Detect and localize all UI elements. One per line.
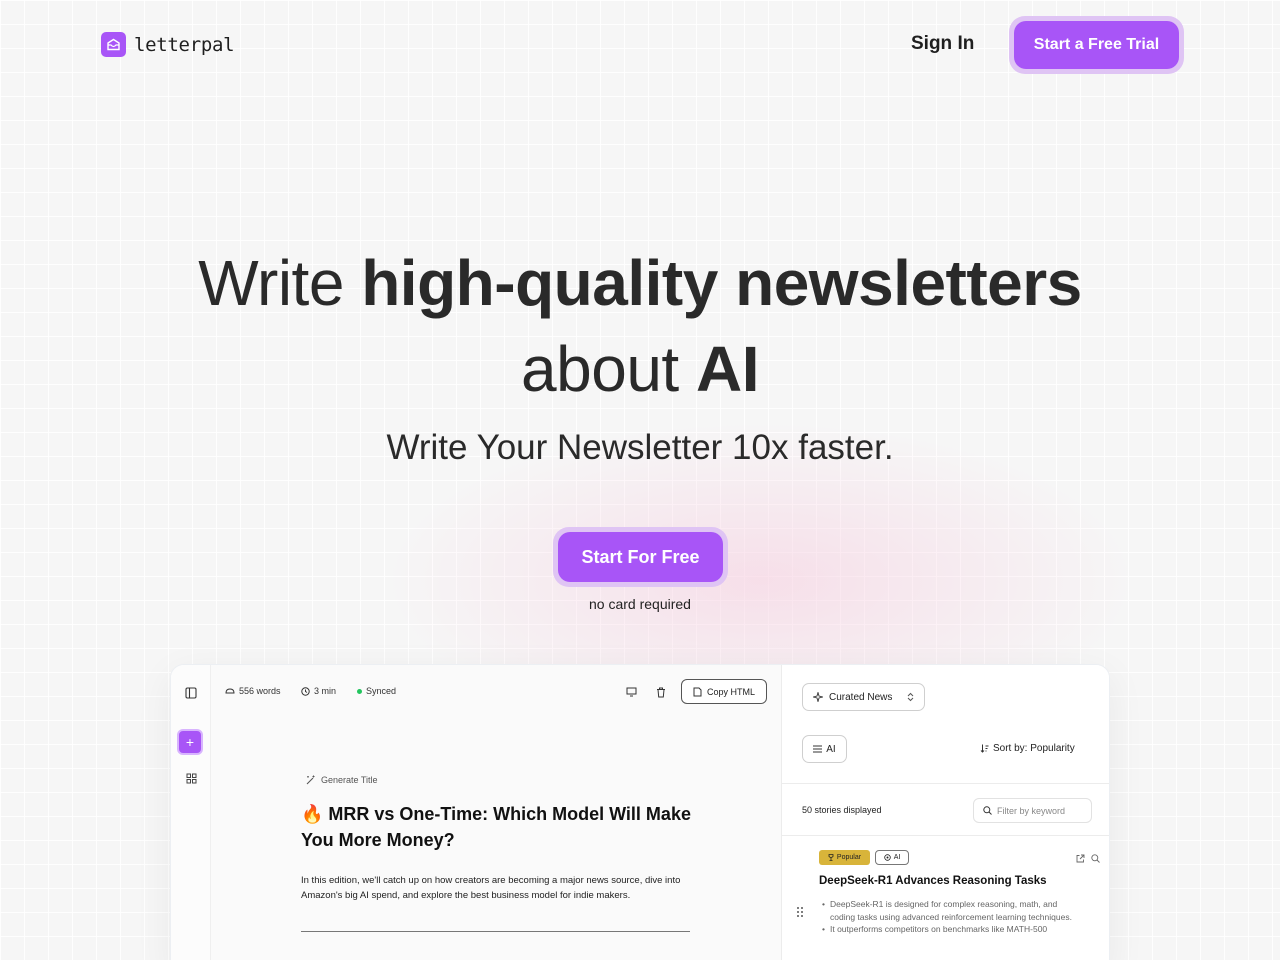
- news-panel: Curated News AI Sort by: Popularity 50 s…: [781, 665, 1109, 960]
- ai-badge: AI: [875, 850, 909, 865]
- sort-label: Sort by: Popularity: [993, 743, 1075, 754]
- sync-dot-icon: [357, 688, 362, 694]
- hero-title-highlight-2: AI: [695, 333, 760, 405]
- hero-title-part-2: about: [521, 333, 696, 405]
- copy-html-button[interactable]: Copy HTML: [681, 679, 767, 704]
- external-link-icon[interactable]: [1076, 854, 1085, 863]
- trash-icon[interactable]: [654, 685, 668, 699]
- hero-subtitle: Write Your Newsletter 10x faster.: [386, 428, 894, 467]
- story-bullet: DeepSeek-R1 is designed for complex reas…: [822, 898, 1082, 923]
- source-select-label: Curated News: [829, 691, 893, 703]
- hero-title-highlight-1: high-quality newsletters: [361, 247, 1082, 319]
- editor-pane: 556 words 3 min Synced Copy HTML Generat…: [211, 665, 781, 960]
- magic-wand-icon: [306, 775, 315, 785]
- source-select[interactable]: Curated News: [802, 683, 925, 711]
- copy-html-label: Copy HTML: [706, 686, 755, 697]
- toggle-sidebar-icon[interactable]: [182, 684, 200, 702]
- tag-filter-ai[interactable]: AI: [802, 735, 847, 763]
- ai-chip-icon: [883, 854, 891, 861]
- sort-icon: [980, 744, 989, 753]
- keyword-filter-input[interactable]: Filter by keyword: [973, 798, 1092, 823]
- app-preview: + 556 words 3 min Synced Copy HTML Gener…: [170, 664, 1110, 960]
- add-icon[interactable]: +: [177, 729, 203, 755]
- word-count: 556 words: [225, 686, 281, 696]
- start-free-trial-button[interactable]: Start a Free Trial: [1009, 16, 1184, 74]
- sync-status: Synced: [357, 686, 396, 696]
- popular-badge-label: Popular: [836, 854, 862, 861]
- word-count-label: 556 words: [239, 686, 281, 696]
- panel-divider: [782, 783, 1109, 784]
- start-for-free-label: Start For Free: [558, 532, 723, 582]
- read-time: 3 min: [301, 686, 336, 696]
- letterpal-logo-icon: [101, 32, 126, 57]
- generate-title-label: Generate Title: [321, 775, 378, 785]
- popular-badge: Popular: [819, 850, 870, 865]
- brand[interactable]: letterpal: [101, 32, 235, 57]
- newsletter-title[interactable]: 🔥 MRR vs One-Time: Which Model Will Make…: [301, 801, 701, 853]
- stories-count: 50 stories displayed: [802, 805, 882, 815]
- sign-in-button[interactable]: Sign In: [911, 33, 974, 55]
- left-rail: +: [171, 665, 211, 960]
- words-icon: [225, 688, 235, 694]
- list-icon: [813, 745, 823, 753]
- hero-title-part-1: Write: [198, 247, 362, 319]
- tag-filter-label: AI: [826, 743, 836, 755]
- ai-badge-label: AI: [893, 854, 901, 861]
- story-title: DeepSeek-R1 Advances Reasoning Tasks: [819, 875, 1047, 887]
- file-icon: [693, 687, 702, 696]
- brand-name: letterpal: [134, 33, 235, 56]
- sync-status-label: Synced: [366, 686, 397, 696]
- sort-control[interactable]: Sort by: Popularity: [980, 743, 1075, 754]
- trophy-icon: [828, 854, 834, 861]
- drag-handle-icon[interactable]: [796, 905, 804, 923]
- story-search-icon[interactable]: [1091, 854, 1100, 863]
- sparkle-icon: [813, 692, 823, 702]
- divider: [301, 931, 690, 932]
- search-icon: [983, 806, 992, 815]
- keyword-filter-placeholder: Filter by keyword: [997, 805, 1066, 816]
- story-bullet: It outperforms competitors on benchmarks…: [822, 923, 1082, 936]
- top-navigation: letterpal Sign In Start a Free Trial: [0, 0, 1280, 90]
- start-for-free-button[interactable]: Start For Free: [553, 527, 728, 587]
- start-free-trial-label: Start a Free Trial: [1014, 21, 1179, 69]
- generate-title-button[interactable]: Generate Title: [306, 775, 378, 785]
- story-bullets: DeepSeek-R1 is designed for complex reas…: [822, 898, 1082, 936]
- grid-icon[interactable]: [182, 769, 200, 787]
- desktop-preview-icon[interactable]: [624, 685, 638, 699]
- panel-divider: [782, 835, 1109, 836]
- clock-icon: [301, 686, 310, 696]
- story-actions: [1076, 854, 1100, 863]
- newsletter-intro[interactable]: In this edition, we'll catch up on how c…: [301, 873, 701, 903]
- read-time-label: 3 min: [314, 686, 337, 696]
- chevron-updown-icon: [907, 692, 914, 702]
- no-card-note: no card required: [589, 596, 691, 612]
- editor-toolbar: 556 words 3 min Synced Copy HTML: [211, 679, 781, 707]
- hero-title: Write high-quality newsletters about AI: [0, 240, 1280, 412]
